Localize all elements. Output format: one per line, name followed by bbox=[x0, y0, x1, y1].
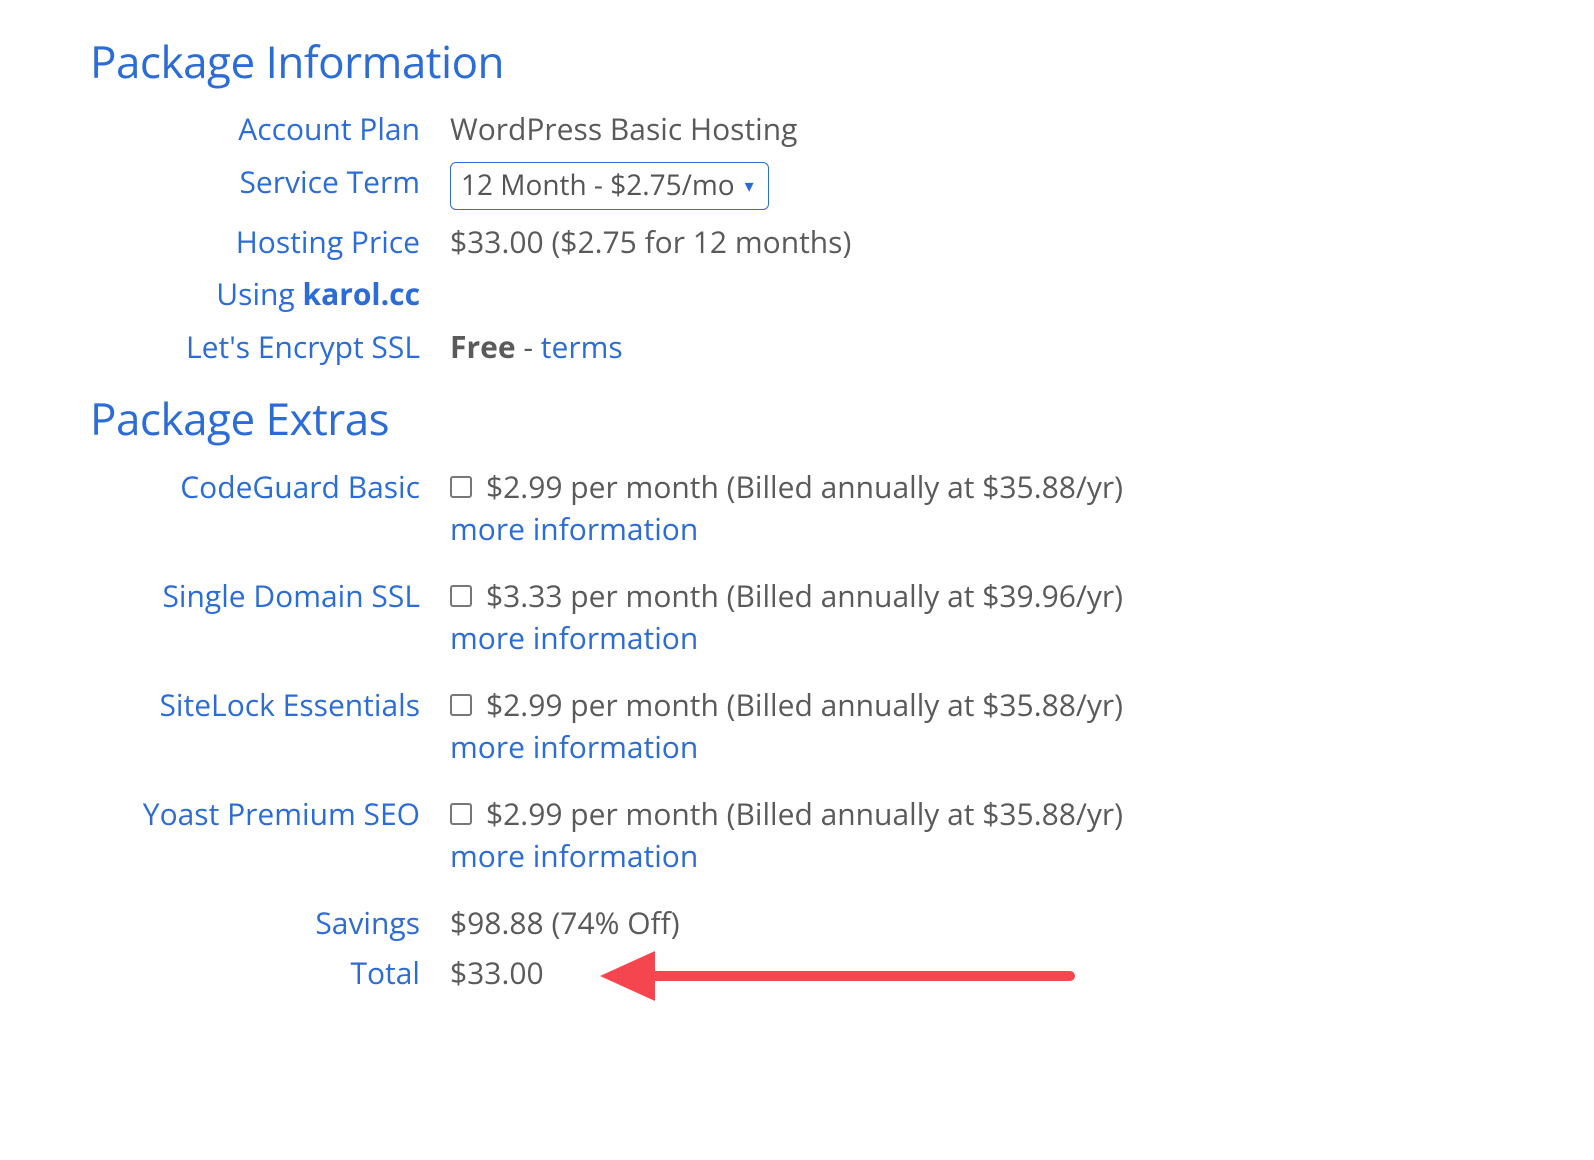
ssl-free: Free bbox=[450, 326, 516, 367]
hosting-price-label: Hosting Price bbox=[90, 222, 450, 263]
section-title-package-extras: Package Extras bbox=[90, 389, 1504, 448]
row-service-term: Service Term 12 Month - $2.75/mo ▾ bbox=[90, 162, 1504, 210]
extra-checkbox-yoast[interactable] bbox=[450, 803, 472, 825]
extra-desc: $2.99 per month (Billed annually at $35.… bbox=[486, 466, 1123, 507]
ssl-terms-link[interactable]: terms bbox=[541, 326, 623, 367]
hosting-price-value: $33.00 ($2.75 for 12 months) bbox=[450, 222, 1504, 263]
row-lets-encrypt-ssl: Let's Encrypt SSL Free - terms bbox=[90, 327, 1504, 368]
extra-label: SiteLock Essentials bbox=[90, 685, 450, 726]
chevron-down-icon: ▾ bbox=[745, 174, 754, 198]
ssl-label: Let's Encrypt SSL bbox=[90, 327, 450, 368]
extra-checkbox-codeguard[interactable] bbox=[450, 476, 472, 498]
savings-value: $98.88 (74% Off) bbox=[450, 903, 1504, 944]
extra-row-codeguard: CodeGuard Basic $2.99 per month (Billed … bbox=[90, 467, 1504, 550]
service-term-select[interactable]: 12 Month - $2.75/mo ▾ bbox=[450, 162, 769, 210]
savings-label: Savings bbox=[90, 903, 450, 944]
more-information-link[interactable]: more information bbox=[450, 727, 1504, 768]
extra-row-yoast: Yoast Premium SEO $2.99 per month (Bille… bbox=[90, 794, 1504, 877]
using-domain-label: Using karol.cc bbox=[90, 274, 450, 315]
account-plan-value: WordPress Basic Hosting bbox=[450, 109, 1504, 150]
ssl-separator: - bbox=[516, 326, 541, 367]
annotation-arrow-icon bbox=[600, 959, 1070, 993]
row-savings: Savings $98.88 (74% Off) bbox=[90, 903, 1504, 944]
extra-desc: $2.99 per month (Billed annually at $35.… bbox=[486, 793, 1123, 834]
extra-label: Single Domain SSL bbox=[90, 576, 450, 617]
section-title-package-info: Package Information bbox=[90, 32, 1504, 91]
extra-desc: $3.33 per month (Billed annually at $39.… bbox=[486, 575, 1123, 616]
more-information-link[interactable]: more information bbox=[450, 618, 1504, 659]
extra-checkbox-single-domain-ssl[interactable] bbox=[450, 585, 472, 607]
using-domain-value: karol.cc bbox=[303, 273, 420, 314]
service-term-selected: 12 Month - $2.75/mo bbox=[461, 167, 735, 205]
service-term-label: Service Term bbox=[90, 162, 450, 203]
row-account-plan: Account Plan WordPress Basic Hosting bbox=[90, 109, 1504, 150]
row-total: Total $33.00 bbox=[90, 953, 1504, 994]
more-information-link[interactable]: more information bbox=[450, 509, 1504, 550]
extra-row-sitelock: SiteLock Essentials $2.99 per month (Bil… bbox=[90, 685, 1504, 768]
more-information-link[interactable]: more information bbox=[450, 836, 1504, 877]
row-hosting-price: Hosting Price $33.00 ($2.75 for 12 month… bbox=[90, 222, 1504, 263]
extra-label: Yoast Premium SEO bbox=[90, 794, 450, 835]
extra-label: CodeGuard Basic bbox=[90, 467, 450, 508]
row-using-domain: Using karol.cc bbox=[90, 274, 1504, 315]
extra-desc: $2.99 per month (Billed annually at $35.… bbox=[486, 684, 1123, 725]
account-plan-label: Account Plan bbox=[90, 109, 450, 150]
total-value: $33.00 bbox=[450, 952, 544, 993]
total-label: Total bbox=[90, 953, 450, 994]
extra-checkbox-sitelock[interactable] bbox=[450, 694, 472, 716]
extra-row-single-domain-ssl: Single Domain SSL $3.33 per month (Bille… bbox=[90, 576, 1504, 659]
